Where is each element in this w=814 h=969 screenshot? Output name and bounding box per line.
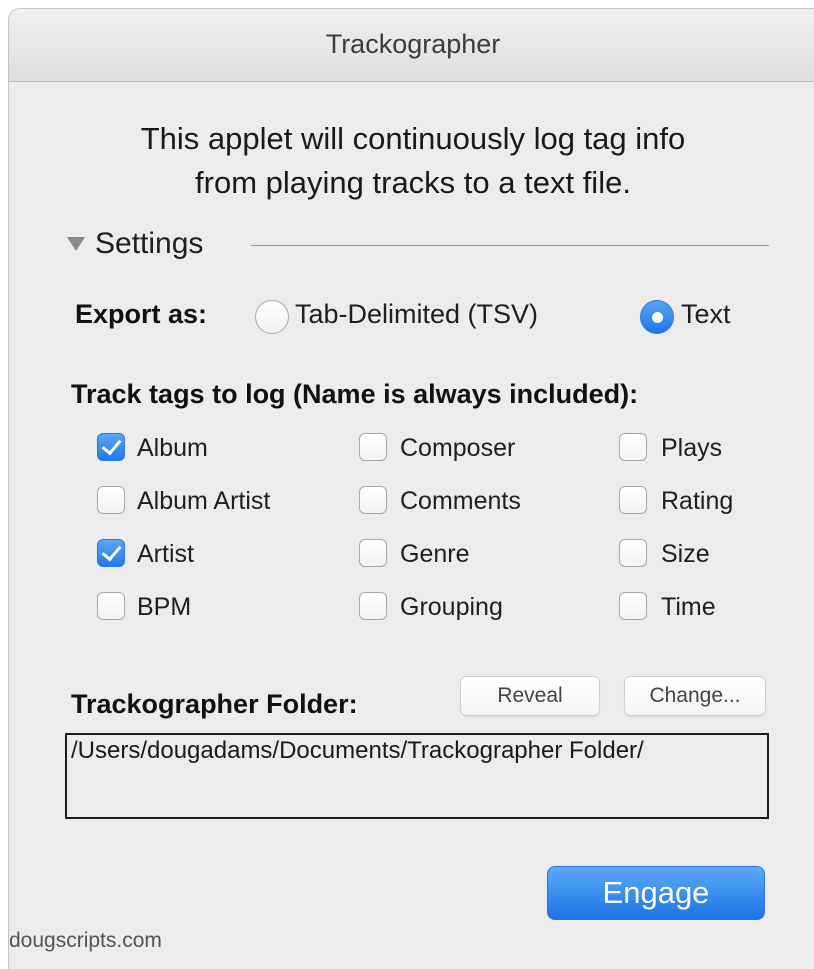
rating-checkbox[interactable] [619,486,647,514]
album-checkbox[interactable] [97,433,125,461]
size-label[interactable]: Size [661,540,710,569]
settings-label: Settings [95,227,204,260]
text-radio[interactable] [640,300,674,334]
size-checkbox[interactable] [619,539,647,567]
composer-checkbox[interactable] [359,433,387,461]
composer-label[interactable]: Composer [400,434,515,463]
window-title: Trackographer [325,29,501,59]
track-tags-heading: Track tags to log (Name is always includ… [71,379,639,409]
text-radio-label[interactable]: Text [681,299,731,330]
artist-checkbox[interactable] [97,539,125,567]
comments-label[interactable]: Comments [400,487,521,516]
folder-path-field[interactable]: /Users/dougadams/Documents/Trackographer… [65,733,769,819]
disclosure-triangle-down-icon[interactable] [67,237,85,251]
time-checkbox[interactable] [619,592,647,620]
album-artist-checkbox[interactable] [97,486,125,514]
engage-button[interactable]: Engage [547,866,765,920]
export-as-label: Export as: [75,299,208,329]
bpm-checkbox[interactable] [97,592,125,620]
plays-checkbox[interactable] [619,433,647,461]
change-button[interactable]: Change... [624,676,766,716]
comments-checkbox[interactable] [359,486,387,514]
artist-label[interactable]: Artist [137,540,194,569]
genre-label[interactable]: Genre [400,540,469,569]
rating-label[interactable]: Rating [661,487,733,516]
bpm-label[interactable]: BPM [137,593,191,622]
plays-label[interactable]: Plays [661,434,722,463]
tsv-radio-label[interactable]: Tab-Delimited (TSV) [295,299,538,330]
album-artist-label[interactable]: Album Artist [137,487,270,516]
time-label[interactable]: Time [661,593,716,622]
grouping-checkbox[interactable] [359,592,387,620]
footer-credit: dougscripts.com [9,929,162,952]
reveal-button[interactable]: Reveal [460,676,600,716]
settings-divider [251,245,769,246]
settings-disclosure[interactable]: Settings [67,227,203,261]
trackographer-window: Trackographer This applet will continuou… [8,8,814,969]
title-bar[interactable]: Trackographer [9,9,814,82]
grouping-label[interactable]: Grouping [400,593,503,622]
description-text: This applet will continuously log tag in… [140,121,686,200]
genre-checkbox[interactable] [359,539,387,567]
folder-label: Trackographer Folder: [71,689,358,719]
tsv-radio[interactable] [255,300,289,334]
album-label[interactable]: Album [137,434,208,463]
